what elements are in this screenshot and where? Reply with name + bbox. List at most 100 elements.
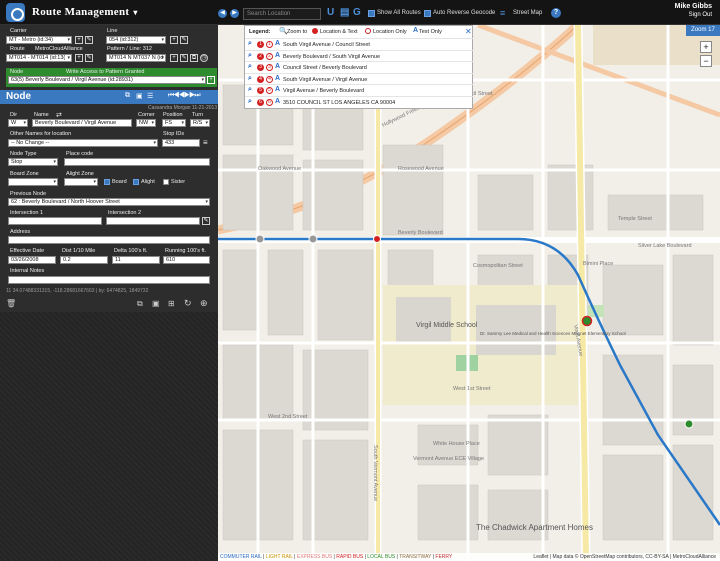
- street-map-button[interactable]: Street Map: [513, 10, 542, 16]
- text-only-marker-icon[interactable]: A: [275, 98, 280, 105]
- alight-checkbox[interactable]: [133, 179, 139, 185]
- effective-date-input[interactable]: 03/26/2008: [8, 256, 56, 264]
- back-arrow-icon[interactable]: ◀: [218, 9, 227, 18]
- intersection2-input[interactable]: [106, 217, 200, 225]
- zoom-to-icon[interactable]: ⌕: [248, 86, 252, 94]
- location-text-marker-icon[interactable]: 2: [257, 52, 264, 60]
- copy-icon[interactable]: ⧉: [125, 92, 130, 100]
- node-type-select[interactable]: Stop: [8, 158, 58, 166]
- magnet-icon[interactable]: U: [327, 7, 334, 18]
- copy-pattern-icon[interactable]: ⧉: [190, 54, 198, 62]
- edit-intersection-icon[interactable]: ✎: [202, 217, 210, 225]
- app-title-menu[interactable]: Route Management ▾: [32, 6, 138, 18]
- location-text-marker-icon[interactable]: 3: [257, 64, 264, 71]
- add-route-icon[interactable]: +: [75, 54, 83, 62]
- location-only-marker-icon[interactable]: 4: [266, 75, 273, 83]
- zoom-to-icon[interactable]: ⌕: [248, 63, 252, 71]
- node-navigation-icon[interactable]: ⏮◀◀▶▶⏭: [168, 92, 201, 100]
- location-only-marker-icon[interactable]: 5: [266, 87, 273, 94]
- crosshair-icon[interactable]: ⊕: [200, 298, 208, 309]
- add-carrier-icon[interactable]: +: [75, 36, 83, 44]
- edit-route-icon[interactable]: ✎: [85, 54, 93, 62]
- legend-row[interactable]: ⌕ 1 1 A South Virgil Avenue / Council Street: [245, 38, 474, 49]
- legend-row[interactable]: ⌕ 4 4 A South Virgil Avenue / Virgil Avenue: [245, 72, 474, 84]
- layers-icon[interactable]: ≡: [500, 8, 505, 18]
- pattern-select[interactable]: MT014 N MT037 N (id: [106, 54, 166, 62]
- legend-row[interactable]: ⌕ 2 2 A Beverly Boulevard / South Virgil Ave…: [245, 49, 474, 61]
- stop-ids-input[interactable]: 433: [162, 139, 200, 147]
- add-node-after-icon[interactable]: ⊞: [168, 299, 175, 308]
- clock-icon[interactable]: ◷: [200, 54, 208, 62]
- edit-pattern-icon[interactable]: ✎: [180, 54, 188, 62]
- sister-checkbox[interactable]: [163, 179, 169, 185]
- address-input[interactable]: [8, 236, 210, 244]
- board-zone-select[interactable]: [8, 178, 58, 186]
- legend-row[interactable]: ⌕ 3 3 A Council Street / Beverly Boulevard: [245, 61, 474, 72]
- text-only-marker-icon[interactable]: A: [275, 86, 280, 93]
- turn-select[interactable]: R/S: [190, 119, 210, 127]
- refresh-icon[interactable]: ↻: [184, 298, 192, 309]
- dir-select[interactable]: W: [8, 119, 28, 127]
- zoom-out-button[interactable]: −: [700, 55, 712, 67]
- zoom-to-icon[interactable]: ⌕: [248, 75, 252, 83]
- map-icon[interactable]: ▤: [340, 7, 349, 18]
- name-input[interactable]: Beverly Boulevard / Virgil Avenue: [32, 119, 132, 127]
- text-only-marker-icon[interactable]: A: [275, 75, 280, 82]
- auto-reverse-geocode-checkbox[interactable]: [424, 10, 431, 17]
- save-icon[interactable]: ▣: [136, 92, 143, 100]
- previous-node-select[interactable]: 62 : Beverly Boulevard / North Hoover St…: [8, 198, 210, 206]
- edit-line-icon[interactable]: ✎: [180, 36, 188, 44]
- delta-input[interactable]: 11: [112, 256, 160, 264]
- trash-icon[interactable]: 🗑: [6, 299, 16, 308]
- map-attribution[interactable]: Leaflet | Map data © OpenStreetMap contr…: [533, 553, 716, 561]
- edit-carrier-icon[interactable]: ✎: [85, 36, 93, 44]
- location-only-marker-icon[interactable]: 1: [266, 41, 273, 48]
- position-select[interactable]: FS: [162, 119, 186, 127]
- copy-node-icon[interactable]: ⧉: [137, 299, 143, 309]
- location-only-marker-icon[interactable]: 3: [266, 64, 273, 71]
- zoom-to-icon[interactable]: ⌕: [248, 98, 252, 106]
- carrier-select[interactable]: MT - Metro (id:34): [6, 36, 72, 44]
- zoom-to-icon[interactable]: ⌕: [248, 40, 252, 48]
- location-only-marker-icon[interactable]: 6: [266, 98, 273, 106]
- internal-notes-input[interactable]: [8, 276, 210, 284]
- location-text-marker-icon[interactable]: 1: [257, 41, 264, 48]
- add-line-icon[interactable]: +: [170, 36, 178, 44]
- help-icon[interactable]: ?: [551, 8, 561, 18]
- legend-row[interactable]: ⌕ 5 5 A Virgil Avenue / Beverly Boulevard: [245, 84, 474, 95]
- sign-out-link[interactable]: Sign Out: [689, 12, 712, 18]
- route-select[interactable]: MT014 - MT014 (id:13(: [6, 54, 72, 62]
- swap-icon[interactable]: ⇄: [56, 111, 62, 119]
- node-select[interactable]: 63(5) Beverly Boulevard / Virgil Avenue …: [8, 76, 206, 84]
- text-only-marker-icon[interactable]: A: [275, 40, 280, 47]
- line-select[interactable]: 054 (id:312): [106, 36, 166, 44]
- dist-input[interactable]: 0.2: [60, 256, 108, 264]
- add-node-icon[interactable]: +: [207, 76, 215, 84]
- stop-ids-list-icon[interactable]: ≡: [203, 138, 208, 147]
- legend-row[interactable]: ⌕ 6 6 A 3510 COUNCIL ST LOS ANGELES CA 90004: [245, 95, 474, 107]
- zoom-to-icon[interactable]: ⌕: [248, 52, 252, 60]
- close-legend-icon[interactable]: ✕: [465, 27, 472, 36]
- text-only-marker-icon[interactable]: A: [275, 52, 280, 59]
- forward-arrow-icon[interactable]: ▶: [230, 9, 239, 18]
- location-text-marker-icon[interactable]: 5: [257, 87, 264, 94]
- board-checkbox[interactable]: [104, 179, 110, 185]
- list-icon[interactable]: ☰: [147, 92, 153, 100]
- save-node-icon[interactable]: ▣: [152, 299, 160, 308]
- other-names-select[interactable]: -- No Change --: [8, 139, 158, 147]
- corner-select[interactable]: NW: [136, 119, 156, 127]
- zoom-in-button[interactable]: +: [700, 41, 712, 53]
- place-code-input[interactable]: [64, 158, 210, 166]
- google-icon[interactable]: G: [353, 7, 361, 18]
- running-input[interactable]: 610: [163, 256, 210, 264]
- map-label-beverly: Beverly Boulevard: [398, 230, 443, 236]
- location-text-marker-icon[interactable]: 4: [257, 75, 264, 83]
- alight-zone-select[interactable]: [64, 178, 98, 186]
- text-only-marker-icon[interactable]: A: [275, 63, 280, 70]
- add-pattern-icon[interactable]: +: [170, 54, 178, 62]
- show-all-routes-checkbox[interactable]: [368, 10, 375, 17]
- intersection1-input[interactable]: [8, 217, 102, 225]
- search-input[interactable]: Search Location: [243, 8, 321, 20]
- location-only-marker-icon[interactable]: 2: [266, 52, 273, 60]
- location-text-marker-icon[interactable]: 6: [257, 98, 264, 106]
